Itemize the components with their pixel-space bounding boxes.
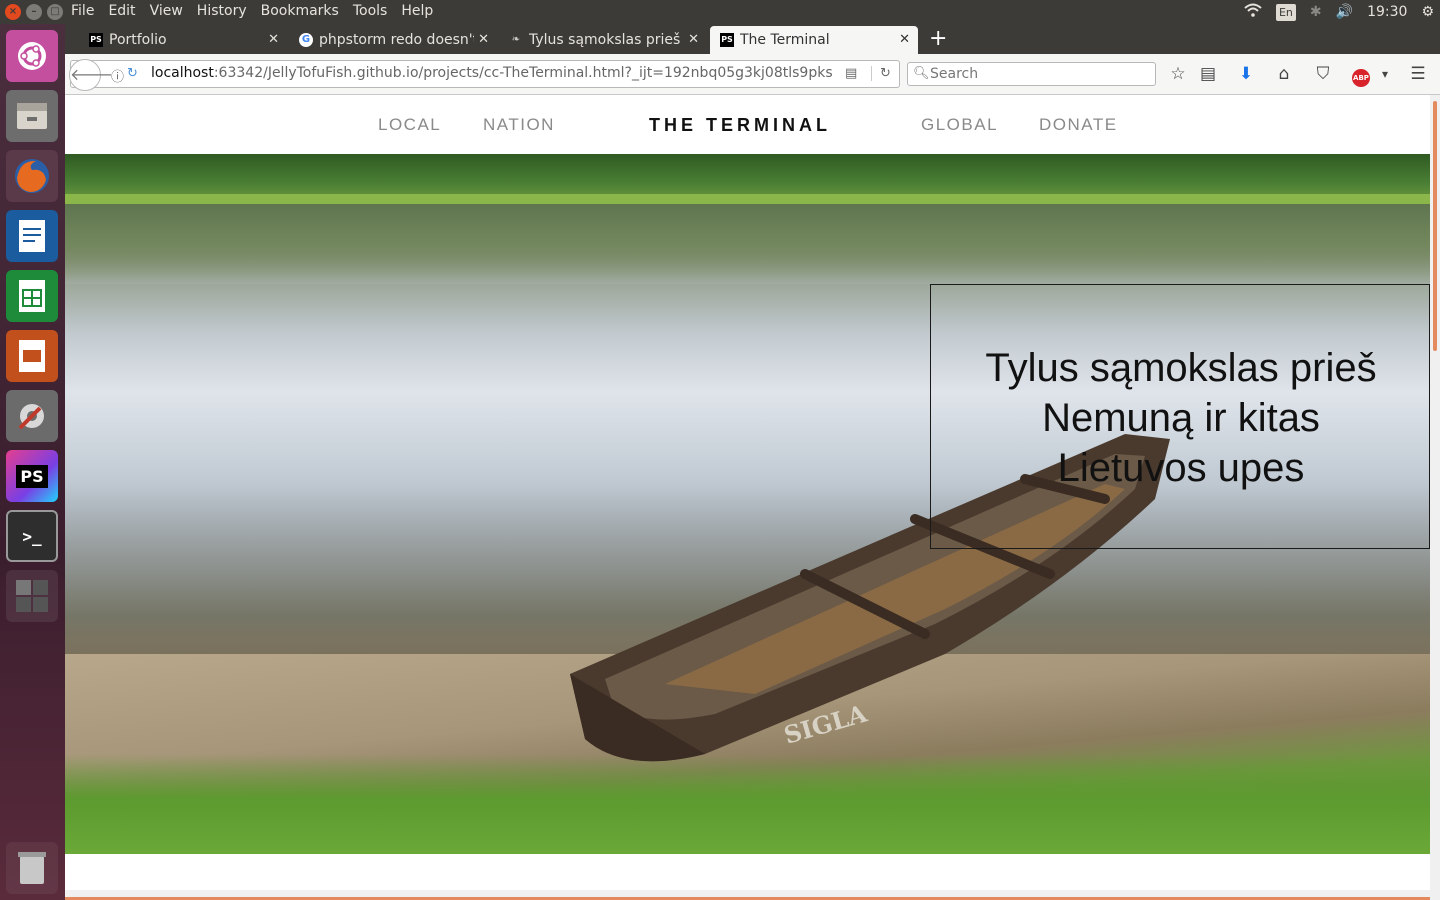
- phpstorm-icon[interactable]: PS: [6, 450, 58, 502]
- tab-phpstorm-redo[interactable]: G phpstorm redo doesn't ✕: [295, 26, 495, 54]
- headline-line-2: Nemuną ir kitas: [1042, 396, 1320, 440]
- back-button[interactable]: 🡐: [69, 59, 113, 91]
- menu-bookmarks[interactable]: Bookmarks: [261, 3, 339, 19]
- tab-close-icon[interactable]: ✕: [474, 26, 489, 54]
- home-icon[interactable]: ⌂: [1272, 64, 1296, 84]
- window-maximize-button[interactable]: □: [47, 4, 63, 20]
- headline-line-1: Tylus sąmokslas prieš: [985, 346, 1377, 390]
- nav-global-link[interactable]: GLOBAL: [921, 115, 998, 135]
- menu-history[interactable]: History: [197, 3, 247, 19]
- pocket-icon[interactable]: ⛉: [1311, 64, 1335, 84]
- scrollbar-thumb[interactable]: [1433, 101, 1437, 351]
- tab-close-icon[interactable]: ✕: [684, 26, 699, 54]
- article-headline[interactable]: Tylus sąmokslas prieš Nemuną ir kitas Li…: [931, 343, 1430, 493]
- system-menubar: × – □ File Edit View History Bookmarks T…: [0, 0, 1440, 24]
- site-navigation: LOCAL NATION THE TERMINAL GLOBAL DONATE: [65, 95, 1430, 154]
- url-path: :63342/JellyTofuFish.github.io/projects/…: [213, 65, 833, 81]
- menu-file[interactable]: File: [71, 3, 94, 19]
- bluetooth-icon[interactable]: ✱: [1310, 4, 1322, 20]
- hamburger-menu-icon[interactable]: ☰: [1406, 64, 1430, 84]
- url-bar[interactable]: 🡐 ⓘ ↻ localhost:63342/JellyTofuFish.gith…: [69, 59, 900, 91]
- search-input[interactable]: 🔍︎ Search: [907, 62, 1156, 86]
- workspace-switcher-icon[interactable]: [6, 570, 58, 622]
- writer-icon[interactable]: [6, 210, 58, 262]
- web-page: LOCAL NATION THE TERMINAL GLOBAL DONATE …: [65, 95, 1430, 900]
- nav-donate-link[interactable]: DONATE: [1039, 115, 1118, 135]
- tab-label: Portfolio: [109, 32, 167, 48]
- page-scrollbar[interactable]: [1430, 95, 1440, 900]
- wifi-icon[interactable]: [1244, 3, 1262, 21]
- bookmark-star-icon[interactable]: ☆: [1166, 64, 1190, 84]
- window-minimize-button[interactable]: –: [26, 4, 42, 20]
- app-menu: File Edit View History Bookmarks Tools H…: [71, 3, 447, 19]
- reader-view-icon[interactable]: ▤: [841, 66, 858, 81]
- headline-line-3: Lietuvos upes: [1057, 446, 1305, 490]
- headline-box: Tylus sąmokslas prieš Nemuną ir kitas Li…: [930, 284, 1430, 549]
- bookmarks-list-icon[interactable]: ▤: [1196, 64, 1220, 84]
- url-text[interactable]: localhost:63342/JellyTofuFish.github.io/…: [151, 65, 833, 81]
- menu-tools[interactable]: Tools: [353, 3, 388, 19]
- adblock-icon[interactable]: ABP: [1349, 65, 1373, 87]
- search-placeholder: Search: [930, 66, 979, 82]
- url-host: localhost: [151, 65, 214, 81]
- nav-local-link[interactable]: LOCAL: [378, 115, 441, 135]
- firefox-icon[interactable]: [6, 150, 58, 202]
- site-brand[interactable]: THE TERMINAL: [649, 115, 831, 136]
- tab-label: The Terminal: [740, 32, 830, 48]
- tab-portfolio[interactable]: PS Portfolio ✕: [85, 26, 285, 54]
- system-indicators: En ✱ 🔊 19:30 ⚙: [1244, 3, 1434, 21]
- keyboard-layout-indicator[interactable]: En: [1275, 3, 1296, 21]
- new-tab-button[interactable]: +: [929, 26, 947, 52]
- leaf-icon: ❧: [511, 34, 521, 45]
- navigation-toolbar: 🡐 ⓘ ↻ localhost:63342/JellyTofuFish.gith…: [65, 54, 1440, 95]
- chevron-down-icon[interactable]: ▾: [1373, 67, 1397, 81]
- info-icon[interactable]: ⓘ: [111, 66, 124, 85]
- tab-label: phpstorm redo doesn't: [319, 32, 479, 48]
- system-settings-icon[interactable]: [6, 390, 58, 442]
- phpstorm-label: PS: [16, 464, 48, 488]
- nav-nation-link[interactable]: NATION: [483, 115, 555, 135]
- browser-tab-strip: PS Portfolio ✕ G phpstorm redo doesn't ✕…: [65, 24, 1440, 54]
- tab-close-icon[interactable]: ✕: [268, 26, 279, 54]
- reload-page-icon: ↻: [127, 66, 138, 81]
- tab-tylus-samokslas[interactable]: ❧ Tylus sąmokslas prieš N ✕: [505, 26, 705, 54]
- google-icon: G: [299, 33, 313, 47]
- unity-launcher: PS >_: [0, 24, 65, 900]
- hero-image: SIGLA Tylus sąmokslas prieš Nemuną ir ki…: [65, 154, 1430, 854]
- calc-icon[interactable]: [6, 270, 58, 322]
- ubuntu-dash-icon[interactable]: [6, 30, 58, 82]
- impress-icon[interactable]: [6, 330, 58, 382]
- trash-icon[interactable]: [6, 842, 58, 894]
- phpstorm-favicon-icon: PS: [720, 33, 734, 47]
- reload-button[interactable]: ↻: [871, 66, 891, 81]
- download-icon[interactable]: ⬇: [1234, 64, 1258, 84]
- menu-help[interactable]: Help: [401, 3, 433, 19]
- terminal-icon[interactable]: >_: [6, 510, 58, 562]
- menu-edit[interactable]: Edit: [108, 3, 135, 19]
- tab-label: Tylus sąmokslas prieš N: [529, 32, 696, 48]
- search-icon: 🔍︎: [913, 66, 930, 81]
- menu-view[interactable]: View: [150, 3, 183, 19]
- settings-gear-icon[interactable]: ⚙: [1421, 4, 1434, 20]
- tab-the-terminal[interactable]: PS The Terminal ✕: [710, 26, 918, 54]
- phpstorm-favicon-icon: PS: [89, 33, 103, 47]
- files-icon[interactable]: [6, 90, 58, 142]
- tab-close-icon[interactable]: ✕: [899, 26, 910, 54]
- volume-icon[interactable]: 🔊: [1336, 4, 1353, 20]
- page-footer-bar: [65, 890, 1430, 900]
- clock[interactable]: 19:30: [1367, 4, 1407, 20]
- window-close-button[interactable]: ×: [5, 4, 21, 20]
